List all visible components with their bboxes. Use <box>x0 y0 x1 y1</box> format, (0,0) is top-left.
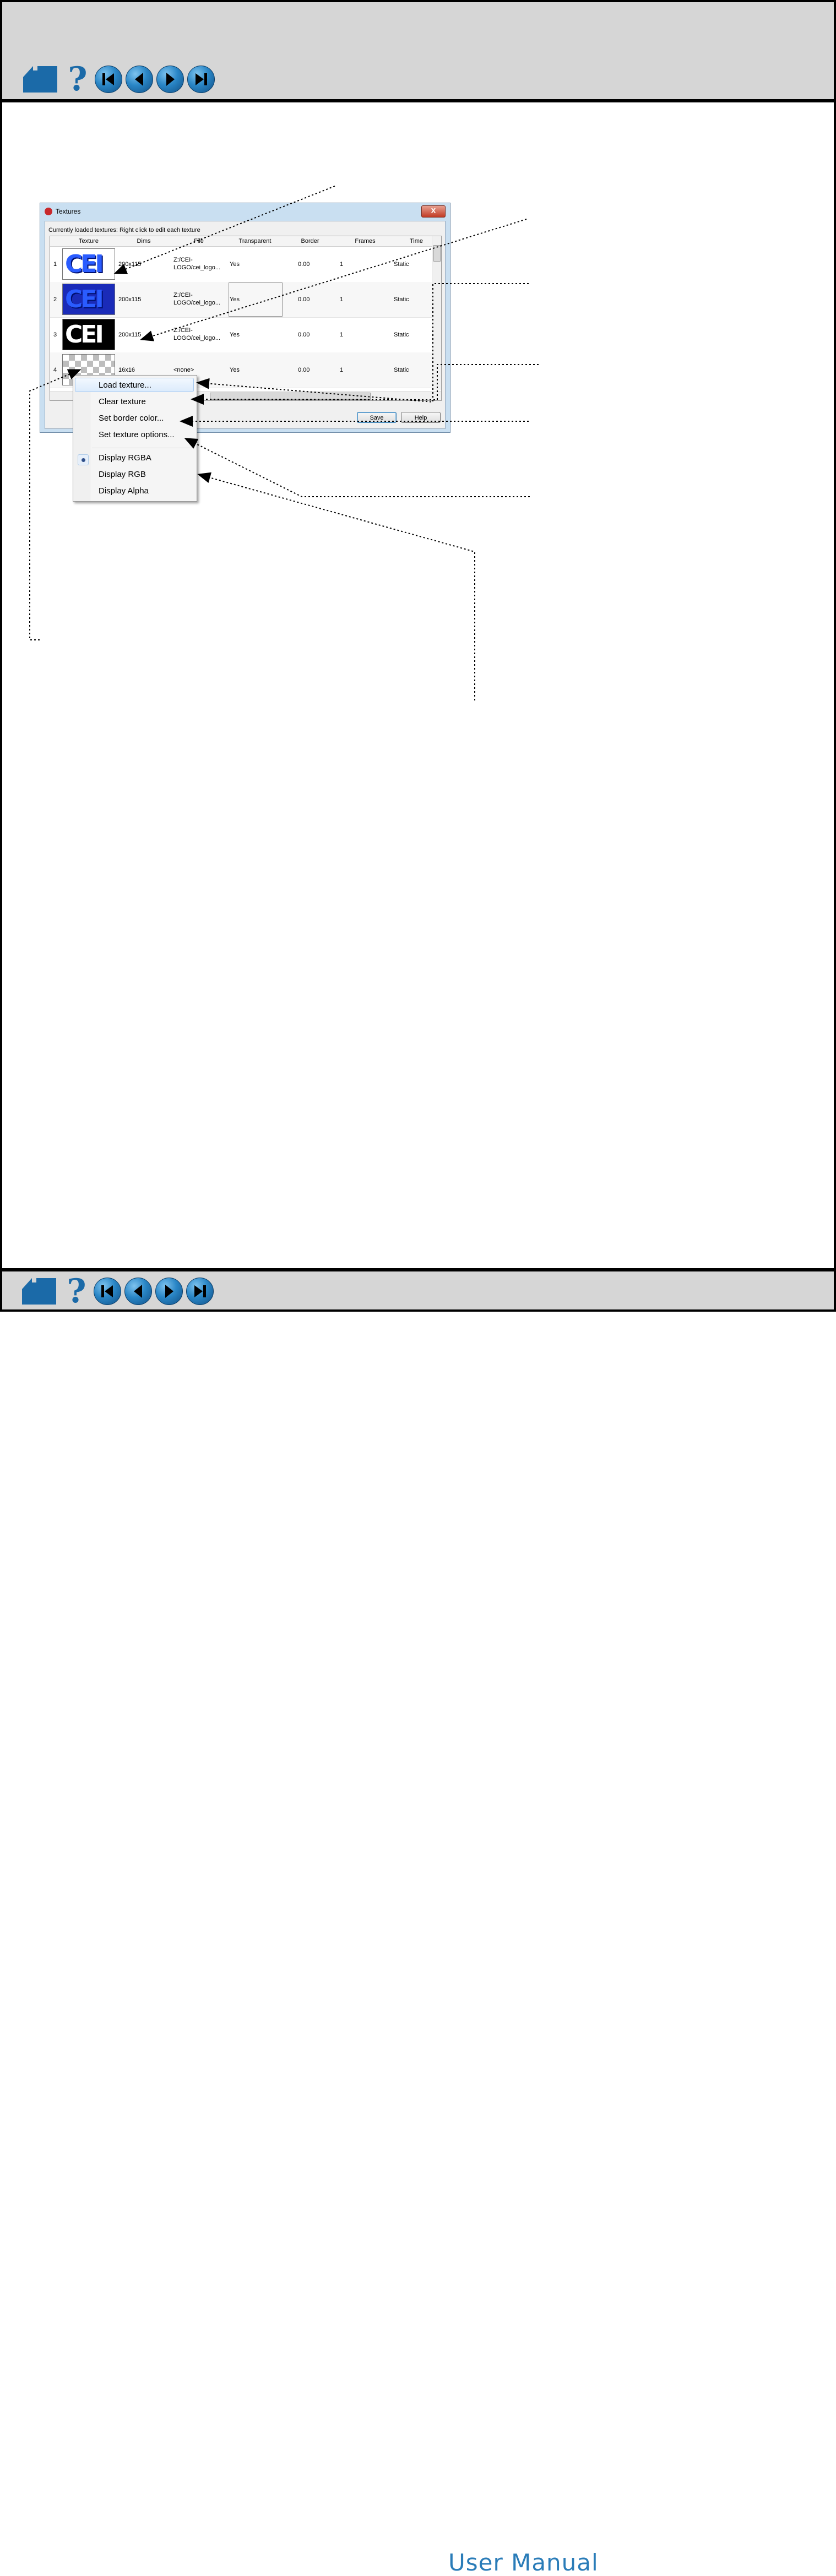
callout-line <box>184 438 530 497</box>
callout-lines <box>29 186 539 700</box>
callout-line <box>197 472 475 700</box>
footer-title: User Manual <box>448 2549 599 2576</box>
callout-line <box>113 186 335 274</box>
callout-line <box>191 364 539 405</box>
callout-line <box>29 369 82 640</box>
callout-line <box>196 283 529 403</box>
callout-line <box>140 219 527 341</box>
